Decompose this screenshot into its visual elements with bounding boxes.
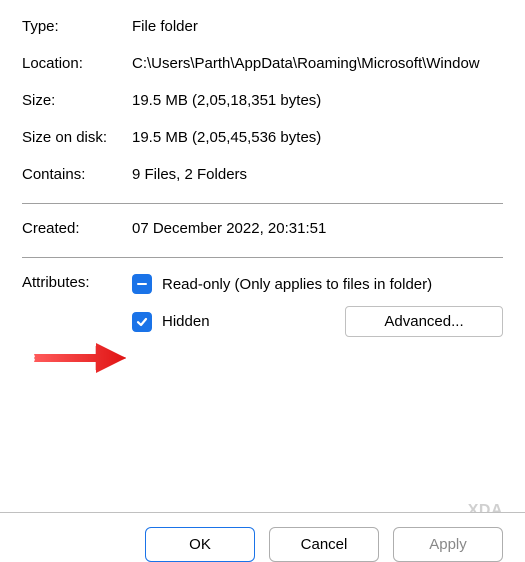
cancel-button[interactable]: Cancel: [269, 527, 379, 562]
sizeondisk-value: 19.5 MB (2,05,45,536 bytes): [132, 129, 503, 146]
advanced-button[interactable]: Advanced...: [345, 306, 503, 337]
contains-label: Contains:: [22, 166, 132, 183]
dialog-footer: OK Cancel Apply: [0, 512, 525, 562]
created-label: Created:: [22, 220, 132, 237]
check-icon: [135, 315, 149, 329]
annotation-arrow-icon: [32, 341, 128, 375]
contains-value: 9 Files, 2 Folders: [132, 166, 503, 183]
attributes-label: Attributes:: [22, 274, 132, 291]
apply-button[interactable]: Apply: [393, 527, 503, 562]
created-value: 07 December 2022, 20:31:51: [132, 220, 503, 237]
type-label: Type:: [22, 18, 132, 35]
divider: [22, 203, 503, 204]
readonly-checkbox[interactable]: [132, 274, 152, 294]
size-label: Size:: [22, 92, 132, 109]
divider: [22, 257, 503, 258]
sizeondisk-label: Size on disk:: [22, 129, 132, 146]
location-label: Location:: [22, 55, 132, 72]
hidden-checkbox[interactable]: [132, 312, 152, 332]
ok-button[interactable]: OK: [145, 527, 255, 562]
readonly-label: Read-only (Only applies to files in fold…: [162, 276, 432, 293]
hidden-label: Hidden: [162, 313, 210, 330]
size-value: 19.5 MB (2,05,18,351 bytes): [132, 92, 503, 109]
location-value: C:\Users\Parth\AppData\Roaming\Microsoft…: [132, 55, 503, 72]
type-value: File folder: [132, 18, 503, 35]
